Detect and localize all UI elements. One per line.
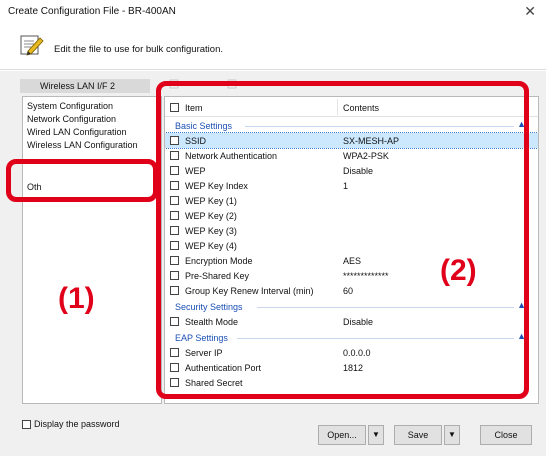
tree-item-system[interactable]: System Configuration (27, 101, 113, 111)
tree-subitem-label: Wireless LAN I/F 2 (40, 81, 116, 91)
tree-item-network[interactable]: Network Configuration (27, 114, 116, 124)
banner-description: Edit the file to use for bulk configurat… (54, 44, 223, 55)
vertical-scrollbar[interactable] (528, 117, 538, 403)
display-password-label[interactable]: Display the password (34, 419, 120, 429)
save-button[interactable]: Save (394, 425, 442, 445)
category-tree[interactable]: System Configuration Network Configurati… (22, 96, 162, 404)
display-password-checkbox[interactable] (22, 420, 31, 429)
open-button-label: Open... (327, 430, 357, 440)
window-title: Create Configuration File - BR-400AN (8, 6, 176, 17)
tree-item-wireless-lan[interactable]: Wireless LAN Configuration (27, 140, 138, 150)
tree-item-wired-lan[interactable]: Wired LAN Configuration (27, 127, 127, 137)
annotation-label-1: (1) (58, 282, 95, 315)
title-bar: Create Configuration File - BR-400AN ✕ (0, 0, 546, 24)
edit-pencil-icon (20, 35, 44, 56)
save-dropdown-arrow-icon[interactable]: ▼ (444, 425, 460, 445)
annotation-label-2: (2) (440, 254, 477, 287)
open-dropdown-arrow-icon[interactable]: ▼ (368, 425, 384, 445)
close-button[interactable]: Close (480, 425, 532, 445)
open-button[interactable]: Open... (318, 425, 366, 445)
header-banner: Edit the file to use for bulk configurat… (0, 24, 546, 70)
annotation-box-1 (6, 159, 158, 202)
annotation-box-2 (156, 81, 529, 399)
close-button-label: Close (494, 430, 518, 440)
save-button-label: Save (407, 430, 429, 440)
tree-item-wireless-lan-if2[interactable]: Wireless LAN I/F 2 (20, 79, 150, 93)
close-icon[interactable]: ✕ (524, 3, 536, 20)
